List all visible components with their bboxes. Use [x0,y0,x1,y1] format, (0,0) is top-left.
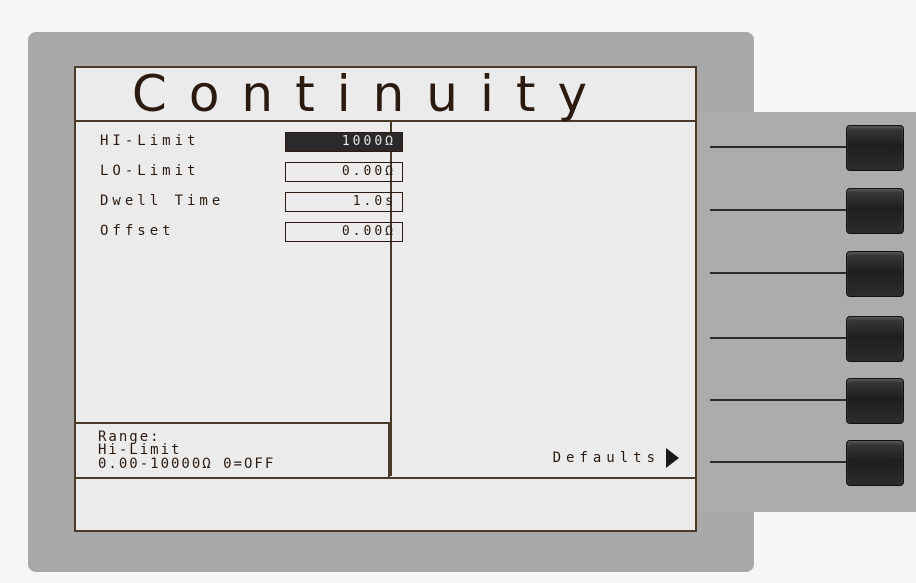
softkey-2-button[interactable] [846,188,904,234]
param-label: LO-Limit [100,163,200,179]
offset-field[interactable]: 0.00Ω [285,222,403,242]
param-label: Dwell Time [100,193,225,209]
param-offset[interactable]: Offset 0.00Ω [100,222,403,244]
defaults-label: Defaults [552,450,660,466]
param-lo-limit[interactable]: LO-Limit 0.00Ω [100,162,403,184]
range-parameter: Hi-Limit [98,442,182,458]
title-bar: Continuity [76,65,695,123]
param-hi-limit[interactable]: HI-Limit 1000Ω [100,132,403,154]
param-dwell-time[interactable]: Dwell Time 1.0s [100,192,403,214]
info-panel [390,120,695,476]
softkey-4-button[interactable] [846,316,904,362]
dwell-time-field[interactable]: 1.0s [285,192,403,212]
softkey-2-line [710,209,850,211]
screen-title: Continuity [131,65,610,123]
status-bar [76,477,695,479]
instrument-front-panel: Continuity HI-Limit 1000Ω LO-Limit 0.00Ω… [0,0,916,583]
softkey-6-button[interactable] [846,440,904,486]
softkey-3-line [710,272,850,274]
param-label: Offset [100,223,175,239]
softkey-3-button[interactable] [846,251,904,297]
hi-limit-field[interactable]: 1000Ω [285,132,403,152]
softkey-6-line [710,461,850,463]
softkey-5-line [710,399,850,401]
softkey-1-line [710,146,850,148]
range-info: Range: Hi-Limit 0.00-10000Ω 0=OFF [76,422,390,478]
softkey-4-line [710,337,850,339]
param-label: HI-Limit [100,133,200,149]
right-arrow-icon [666,448,679,468]
lcd-screen: Continuity HI-Limit 1000Ω LO-Limit 0.00Ω… [74,66,697,532]
lo-limit-field[interactable]: 0.00Ω [285,162,403,182]
defaults-softkey-label[interactable]: Defaults [553,448,679,468]
softkey-5-button[interactable] [846,378,904,424]
range-values: 0.00-10000Ω 0=OFF [98,456,276,472]
softkey-1-button[interactable] [846,125,904,171]
